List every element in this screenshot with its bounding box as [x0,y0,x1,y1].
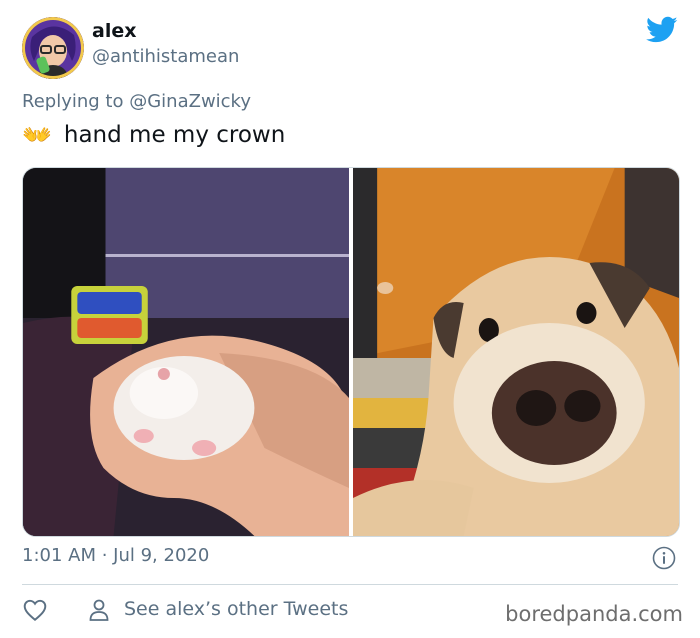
open-hands-emoji: 👐 [22,121,52,149]
media-grid [22,167,680,537]
info-icon[interactable] [652,546,676,570]
divider [22,584,678,585]
reply-prefix: Replying to [22,91,124,112]
reply-context: Replying to @GinaZwicky [22,91,251,112]
reply-mention-link[interactable]: @GinaZwicky [129,91,251,112]
see-other-tweets-link[interactable]: See alex’s other Tweets [124,598,348,620]
author-name[interactable]: alex [92,20,136,42]
photo-hamster[interactable] [23,168,349,536]
tweet-body: hand me my crown [63,122,286,148]
twitter-bird-icon[interactable] [646,16,678,44]
dog-photo-illustration [353,168,679,536]
person-icon[interactable] [88,598,110,622]
photo-dog[interactable] [353,168,679,536]
watermark: boredpanda.com [505,602,683,626]
heart-icon[interactable] [22,597,48,623]
hamster-photo-illustration [23,168,349,536]
author-handle[interactable]: @antihistamean [92,46,239,67]
avatar[interactable] [22,17,84,79]
tweet-text: 👐 hand me my crown [22,122,285,148]
tweet-timestamp[interactable]: 1:01 AM · Jul 9, 2020 [22,545,209,566]
